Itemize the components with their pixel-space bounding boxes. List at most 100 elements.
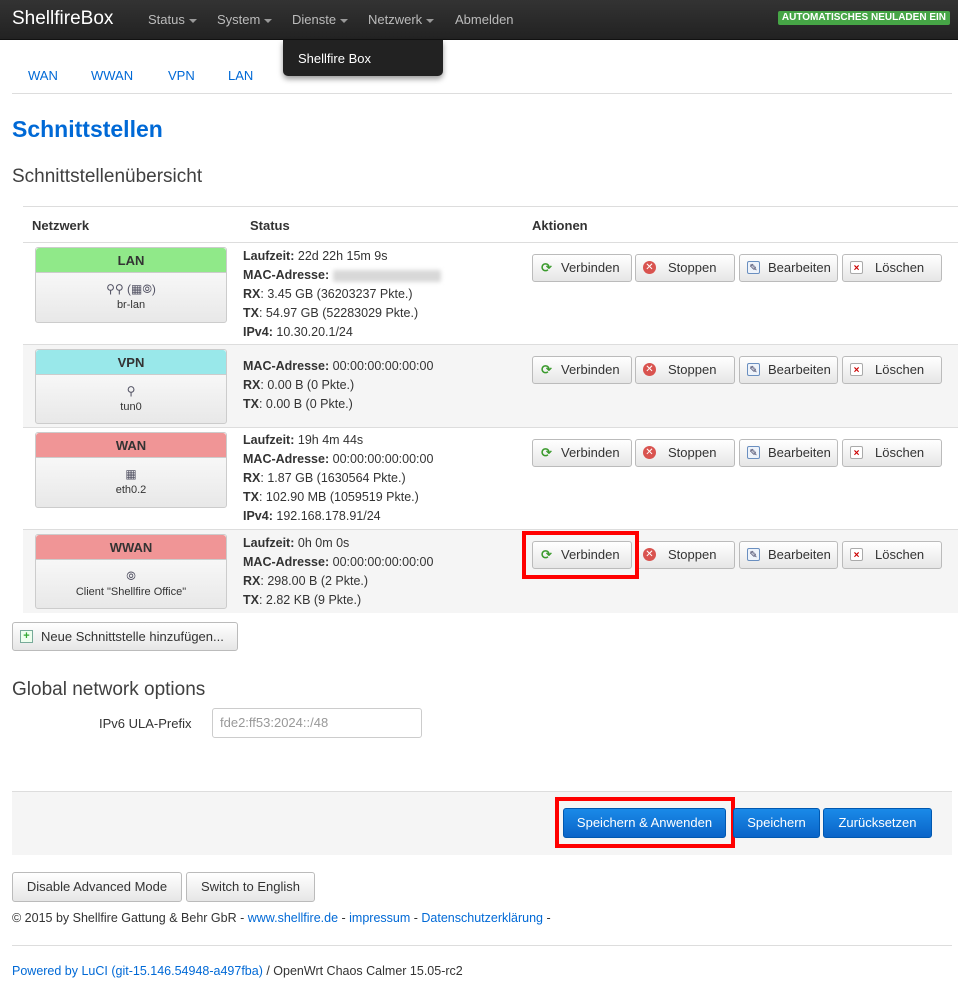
save-button[interactable]: Speichern: [733, 808, 820, 838]
status-lan: Laufzeit: 22d 22h 15m 9s MAC-Adresse: RX…: [243, 247, 441, 342]
nav-netzwerk[interactable]: Netzwerk: [368, 12, 435, 27]
delete-button-wwan[interactable]: × Löschen: [842, 541, 942, 569]
dropdown-item-shellfire-box[interactable]: Shellfire Box: [298, 51, 371, 66]
stop-button-lan[interactable]: ✕ Stoppen: [635, 254, 735, 282]
impressum-link[interactable]: impressum: [349, 911, 410, 925]
button-label: Stoppen: [668, 547, 717, 562]
status-value: : 102.90 MB (1059519 Pkte.): [258, 490, 419, 504]
nav-netzwerk-label: Netzwerk: [368, 12, 423, 27]
delete-button-vpn[interactable]: × Löschen: [842, 356, 942, 384]
nav-dienste[interactable]: Dienste: [292, 12, 349, 27]
status-value: : 3.45 GB (36203237 Pkte.): [260, 287, 413, 301]
interface-box-lan: LAN ⚲⚲ (▦⦾) br-lan: [35, 247, 227, 323]
interface-name-lan: LAN: [36, 248, 226, 273]
edit-button-wwan[interactable]: ✎ Bearbeiten: [739, 541, 838, 569]
status-key: TX: [243, 490, 259, 504]
status-key: TX: [243, 397, 259, 411]
status-line: RX: 298.00 B (2 Pkte.): [243, 572, 433, 591]
stop-icon: ✕: [643, 548, 656, 561]
refresh-icon: ⟳: [541, 445, 552, 460]
nav-status[interactable]: Status: [148, 12, 197, 27]
delete-button-lan[interactable]: × Löschen: [842, 254, 942, 282]
chevron-down-icon: [340, 18, 349, 23]
subtab-wan[interactable]: WAN: [28, 68, 58, 83]
status-value: 22d 22h 15m 9s: [294, 249, 388, 263]
subtab-wwan[interactable]: WWAN: [91, 68, 133, 83]
stop-icon: ✕: [643, 363, 656, 376]
status-line: IPv4: 10.30.20.1/24: [243, 323, 441, 342]
nav-system-label: System: [217, 12, 261, 27]
status-line: MAC-Adresse:: [243, 266, 441, 285]
nav-abmelden[interactable]: Abmelden: [455, 12, 514, 27]
ula-prefix-input[interactable]: fde2:ff53:2024::/48: [212, 708, 422, 738]
button-label: Verbinden: [561, 445, 620, 460]
stop-button-wan[interactable]: ✕ Stoppen: [635, 439, 735, 467]
status-line: Laufzeit: 0h 0m 0s: [243, 534, 433, 553]
table-row-wwan: WWAN ⦾ Client "Shellfire Office" Laufzei…: [23, 530, 958, 613]
reset-button[interactable]: Zurücksetzen: [823, 808, 932, 838]
status-line: Laufzeit: 19h 4m 44s: [243, 431, 433, 450]
button-label: Bearbeiten: [768, 260, 831, 275]
table-row-lan: LAN ⚲⚲ (▦⦾) br-lan Laufzeit: 22d 22h 15m…: [23, 243, 958, 345]
connect-button-wan[interactable]: ⟳ Verbinden: [532, 439, 632, 467]
delete-icon: ×: [850, 548, 863, 561]
disable-advanced-mode-button[interactable]: Disable Advanced Mode: [12, 872, 182, 902]
chevron-down-icon: [188, 18, 197, 23]
edit-button-lan[interactable]: ✎ Bearbeiten: [739, 254, 838, 282]
interface-box-wwan: WWAN ⦾ Client "Shellfire Office": [35, 534, 227, 609]
privacy-link[interactable]: Datenschutzerklärung: [421, 911, 543, 925]
status-line: RX: 3.45 GB (36203237 Pkte.): [243, 285, 441, 304]
separator: -: [338, 911, 350, 925]
subtab-vpn[interactable]: VPN: [168, 68, 195, 83]
button-label: Stoppen: [668, 445, 717, 460]
refresh-icon: ⟳: [541, 362, 552, 377]
status-key: MAC-Adresse:: [243, 452, 330, 466]
table-row-vpn: VPN ⚲ tun0 MAC-Adresse: 00:00:00:00:00:0…: [23, 345, 958, 428]
top-navbar: ShellfireBox Status System Dienste Netzw…: [0, 0, 958, 40]
ethernet-port-icon: ▦: [125, 467, 137, 481]
separator: -: [410, 911, 422, 925]
auto-reload-badge[interactable]: AUTOMATISCHES NEULADEN EIN: [777, 11, 950, 25]
interface-name-wwan: WWAN: [36, 535, 226, 560]
delete-button-wan[interactable]: × Löschen: [842, 439, 942, 467]
col-network: Netzwerk: [32, 218, 90, 233]
subtab-lan[interactable]: LAN: [228, 68, 253, 83]
separator: -: [543, 911, 551, 925]
status-value: 0h 0m 0s: [294, 536, 350, 550]
luci-link[interactable]: Powered by LuCI (git-15.146.54948-a497fb…: [12, 964, 263, 978]
nav-system[interactable]: System: [217, 12, 273, 27]
interfaces-table: Netzwerk Status Aktionen LAN ⚲⚲ (▦⦾) br-…: [23, 206, 958, 613]
footer-powered-by: Powered by LuCI (git-15.146.54948-a497fb…: [12, 964, 463, 978]
blurred-mac-address: [332, 269, 441, 282]
stop-button-vpn[interactable]: ✕ Stoppen: [635, 356, 735, 384]
status-line: RX: 1.87 GB (1630564 Pkte.): [243, 469, 433, 488]
footer-copyright: © 2015 by Shellfire Gattung & Behr GbR -…: [12, 911, 551, 925]
brand-logo[interactable]: ShellfireBox: [12, 8, 113, 30]
wifi-icon: ⦾: [126, 569, 136, 583]
connect-button-lan[interactable]: ⟳ Verbinden: [532, 254, 632, 282]
table-row-wan: WAN ▦ eth0.2 Laufzeit: 19h 4m 44s MAC-Ad…: [23, 428, 958, 530]
edit-button-wan[interactable]: ✎ Bearbeiten: [739, 439, 838, 467]
delete-icon: ×: [850, 363, 863, 376]
switch-language-button[interactable]: Switch to English: [186, 872, 315, 902]
stop-button-wwan[interactable]: ✕ Stoppen: [635, 541, 735, 569]
button-label: Bearbeiten: [768, 445, 831, 460]
device-name: br-lan: [116, 299, 146, 311]
delete-icon: ×: [850, 446, 863, 459]
page-title: Schnittstellen: [12, 116, 163, 142]
add-interface-button[interactable]: + Neue Schnittstelle hinzufügen...: [12, 622, 238, 651]
edit-button-vpn[interactable]: ✎ Bearbeiten: [739, 356, 838, 384]
status-line: MAC-Adresse: 00:00:00:00:00:00: [243, 357, 433, 376]
shellfire-link[interactable]: www.shellfire.de: [248, 911, 338, 925]
status-key: MAC-Adresse:: [243, 268, 330, 282]
button-label: Bearbeiten: [768, 547, 831, 562]
device-name: tun0: [120, 401, 142, 413]
status-key: RX: [243, 287, 261, 301]
highlight-connect-wwan: [522, 531, 639, 579]
button-label: Löschen: [875, 445, 925, 460]
col-actions: Aktionen: [532, 218, 588, 233]
status-value: : 54.97 GB (52283029 Pkte.): [258, 306, 419, 320]
connect-button-vpn[interactable]: ⟳ Verbinden: [532, 356, 632, 384]
overview-heading: Schnittstellenübersicht: [12, 166, 203, 187]
interface-box-wan: WAN ▦ eth0.2: [35, 432, 227, 508]
